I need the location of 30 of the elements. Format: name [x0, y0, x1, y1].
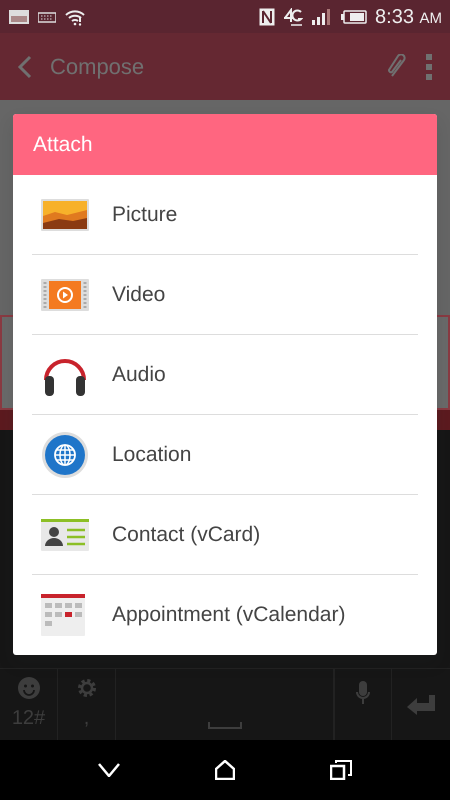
hide-keyboard-icon[interactable]: [98, 763, 120, 777]
microphone-icon: [356, 681, 370, 705]
recent-apps-icon[interactable]: [330, 760, 352, 780]
lte-icon: [283, 8, 304, 26]
back-icon[interactable]: [18, 54, 32, 78]
wifi-alert-icon: [64, 8, 86, 26]
attach-option[interactable]: Contact (vCard): [32, 495, 418, 575]
gallery-icon: [8, 8, 30, 24]
dialog-title: Attach: [13, 114, 437, 175]
gear-icon: [76, 676, 98, 698]
more-icon[interactable]: [426, 54, 432, 80]
keyboard-icon: [38, 10, 56, 22]
picture-icon: [40, 198, 90, 232]
video-icon: [40, 278, 90, 312]
battery-icon: [341, 10, 368, 24]
enter-icon: [407, 694, 435, 714]
attach-option[interactable]: Audio: [32, 335, 418, 415]
app-bar-title: Compose: [50, 53, 146, 81]
paperclip-icon[interactable]: [386, 54, 408, 80]
status-time: 8:33 AM: [375, 4, 442, 30]
globe-icon: [40, 430, 90, 480]
home-icon[interactable]: [214, 760, 235, 780]
attach-option[interactable]: Video: [32, 255, 418, 335]
attach-option[interactable]: Appointment (vCalendar): [32, 575, 418, 655]
nfc-icon: [259, 8, 276, 26]
attach-option[interactable]: Picture: [32, 175, 418, 255]
attach-option[interactable]: Location: [32, 415, 418, 495]
smiley-icon: [18, 676, 40, 698]
contact-card-icon: [40, 518, 90, 552]
space-bar-icon: [208, 722, 242, 730]
